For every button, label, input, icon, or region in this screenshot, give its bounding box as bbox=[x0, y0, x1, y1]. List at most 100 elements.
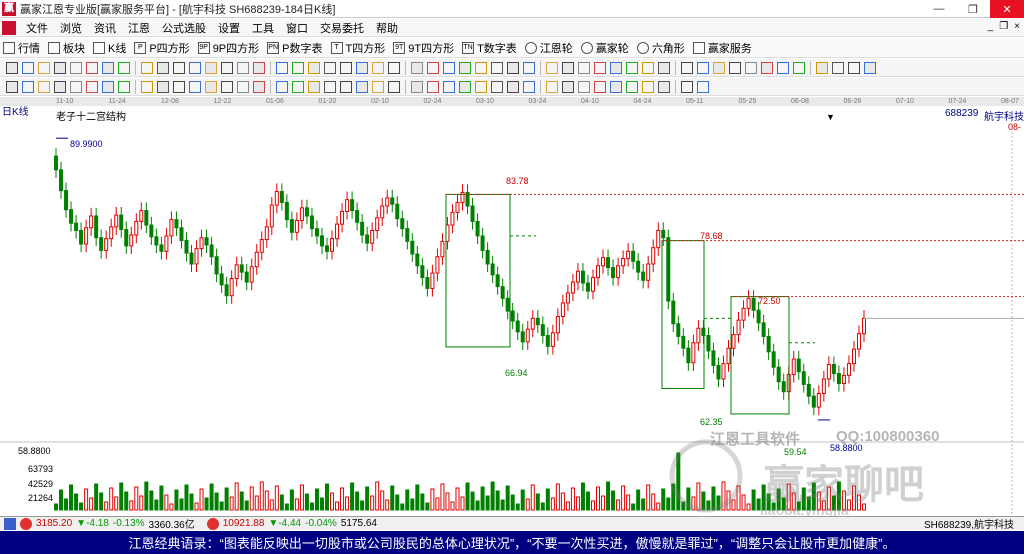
tool-icon[interactable] bbox=[157, 61, 169, 74]
menu-tools[interactable]: 工具 bbox=[246, 20, 280, 36]
menu-gann[interactable]: 江恩 bbox=[122, 20, 156, 36]
tool-icon[interactable] bbox=[761, 61, 773, 74]
menu-browse[interactable]: 浏览 bbox=[54, 20, 88, 36]
toolbar-t-table[interactable]: TN T数字表 bbox=[459, 40, 522, 56]
tool-icon[interactable] bbox=[70, 61, 82, 74]
tool-icon[interactable] bbox=[546, 80, 558, 93]
toolbar-gann-wheel[interactable]: 江恩轮 bbox=[522, 40, 578, 56]
tool-icon[interactable] bbox=[324, 61, 336, 74]
toolbar-kline[interactable]: K线 bbox=[90, 40, 131, 56]
tool-icon[interactable] bbox=[793, 61, 805, 74]
toolbar-quotes[interactable]: 行情 bbox=[0, 40, 45, 56]
tool-icon[interactable] bbox=[475, 80, 487, 93]
toolbar-p-table[interactable]: PN P数字表 bbox=[264, 40, 327, 56]
tool-icon[interactable] bbox=[427, 80, 439, 93]
tool-icon[interactable] bbox=[491, 80, 503, 93]
tool-icon[interactable] bbox=[86, 80, 98, 93]
tool-icon[interactable] bbox=[658, 80, 670, 93]
tool-icon[interactable] bbox=[308, 61, 320, 74]
tool-icon[interactable] bbox=[38, 61, 50, 74]
tool-icon[interactable] bbox=[205, 61, 217, 74]
tool-icon[interactable] bbox=[189, 80, 201, 93]
tool-icon[interactable] bbox=[118, 61, 130, 74]
tool-icon[interactable] bbox=[308, 80, 320, 93]
tool-icon[interactable] bbox=[832, 61, 844, 74]
menu-help[interactable]: 帮助 bbox=[370, 20, 404, 36]
tool-icon[interactable] bbox=[237, 80, 249, 93]
tool-icon[interactable] bbox=[372, 61, 384, 74]
tool-icon[interactable] bbox=[141, 61, 153, 74]
tool-icon[interactable] bbox=[22, 61, 34, 74]
tool-icon[interactable] bbox=[562, 61, 574, 74]
tool-icon[interactable] bbox=[356, 61, 368, 74]
mdi-restore-button[interactable]: ❐ bbox=[999, 21, 1008, 32]
tool-icon[interactable] bbox=[562, 80, 574, 93]
kline-chart[interactable]: 日K线 老子十二宫结构 ▼ 688239 航宇科技 08- 89.9900 83… bbox=[0, 106, 1024, 518]
tool-icon[interactable] bbox=[443, 80, 455, 93]
tool-icon[interactable] bbox=[340, 80, 352, 93]
tool-icon[interactable] bbox=[253, 80, 265, 93]
tool-icon[interactable] bbox=[626, 80, 638, 93]
toolbar-9t-square[interactable]: 9T 9T四方形 bbox=[390, 40, 459, 56]
tool-icon[interactable] bbox=[658, 61, 670, 74]
mdi-minimize-button[interactable]: _ bbox=[988, 21, 994, 32]
toolbar-p-square[interactable]: P P四方形 bbox=[131, 40, 194, 56]
tool-icon[interactable] bbox=[118, 80, 130, 93]
tool-icon[interactable] bbox=[594, 61, 606, 74]
tool-icon[interactable] bbox=[54, 61, 66, 74]
tool-icon[interactable] bbox=[6, 80, 18, 93]
close-button[interactable]: ✕ bbox=[990, 0, 1024, 18]
tool-icon[interactable] bbox=[388, 61, 400, 74]
tool-icon[interactable] bbox=[713, 61, 725, 74]
tool-icon[interactable] bbox=[276, 61, 288, 74]
toolbar-service[interactable]: 赢家服务 bbox=[690, 40, 757, 56]
tool-icon[interactable] bbox=[292, 61, 304, 74]
menu-file[interactable]: 文件 bbox=[20, 20, 54, 36]
restore-button[interactable]: ❐ bbox=[956, 0, 990, 18]
tool-icon[interactable] bbox=[864, 61, 876, 74]
toolbar-winner-wheel[interactable]: 赢家轮 bbox=[578, 40, 634, 56]
tool-icon[interactable] bbox=[610, 61, 622, 74]
tool-icon[interactable] bbox=[356, 80, 368, 93]
menu-info[interactable]: 资讯 bbox=[88, 20, 122, 36]
menu-settings[interactable]: 设置 bbox=[212, 20, 246, 36]
tool-icon[interactable] bbox=[491, 61, 503, 74]
tool-icon[interactable] bbox=[459, 61, 471, 74]
tool-icon[interactable] bbox=[189, 61, 201, 74]
tool-icon[interactable] bbox=[102, 61, 114, 74]
tool-icon[interactable] bbox=[324, 80, 336, 93]
tool-icon[interactable] bbox=[22, 80, 34, 93]
tool-icon[interactable] bbox=[237, 61, 249, 74]
tool-icon[interactable] bbox=[681, 80, 693, 93]
menu-trade[interactable]: 交易委托 bbox=[314, 20, 370, 36]
tool-icon[interactable] bbox=[221, 80, 233, 93]
tool-icon[interactable] bbox=[443, 61, 455, 74]
menu-window[interactable]: 窗口 bbox=[280, 20, 314, 36]
tool-icon[interactable] bbox=[507, 61, 519, 74]
tool-icon[interactable] bbox=[507, 80, 519, 93]
tool-icon[interactable] bbox=[729, 61, 741, 74]
tool-icon[interactable] bbox=[102, 80, 114, 93]
tool-icon[interactable] bbox=[292, 80, 304, 93]
tool-icon[interactable] bbox=[6, 61, 18, 74]
tool-icon[interactable] bbox=[427, 61, 439, 74]
tool-icon[interactable] bbox=[459, 80, 471, 93]
toolbar-9p-square[interactable]: 9P 9P四方形 bbox=[195, 40, 264, 56]
tool-icon[interactable] bbox=[681, 61, 693, 74]
tool-icon[interactable] bbox=[388, 80, 400, 93]
tool-icon[interactable] bbox=[578, 61, 590, 74]
tool-icon[interactable] bbox=[697, 80, 709, 93]
toolbar-blocks[interactable]: 板块 bbox=[45, 40, 90, 56]
tool-icon[interactable] bbox=[276, 80, 288, 93]
dropdown-arrow-icon[interactable]: ▼ bbox=[826, 112, 835, 122]
tool-icon[interactable] bbox=[610, 80, 622, 93]
tool-icon[interactable] bbox=[173, 80, 185, 93]
tool-icon[interactable] bbox=[848, 61, 860, 74]
minimize-button[interactable]: — bbox=[922, 0, 956, 18]
tool-icon[interactable] bbox=[745, 61, 757, 74]
tool-icon[interactable] bbox=[475, 61, 487, 74]
tool-icon[interactable] bbox=[523, 61, 535, 74]
tool-icon[interactable] bbox=[777, 61, 789, 74]
toolbar-t-square[interactable]: T T四方形 bbox=[328, 40, 391, 56]
tool-icon[interactable] bbox=[221, 61, 233, 74]
